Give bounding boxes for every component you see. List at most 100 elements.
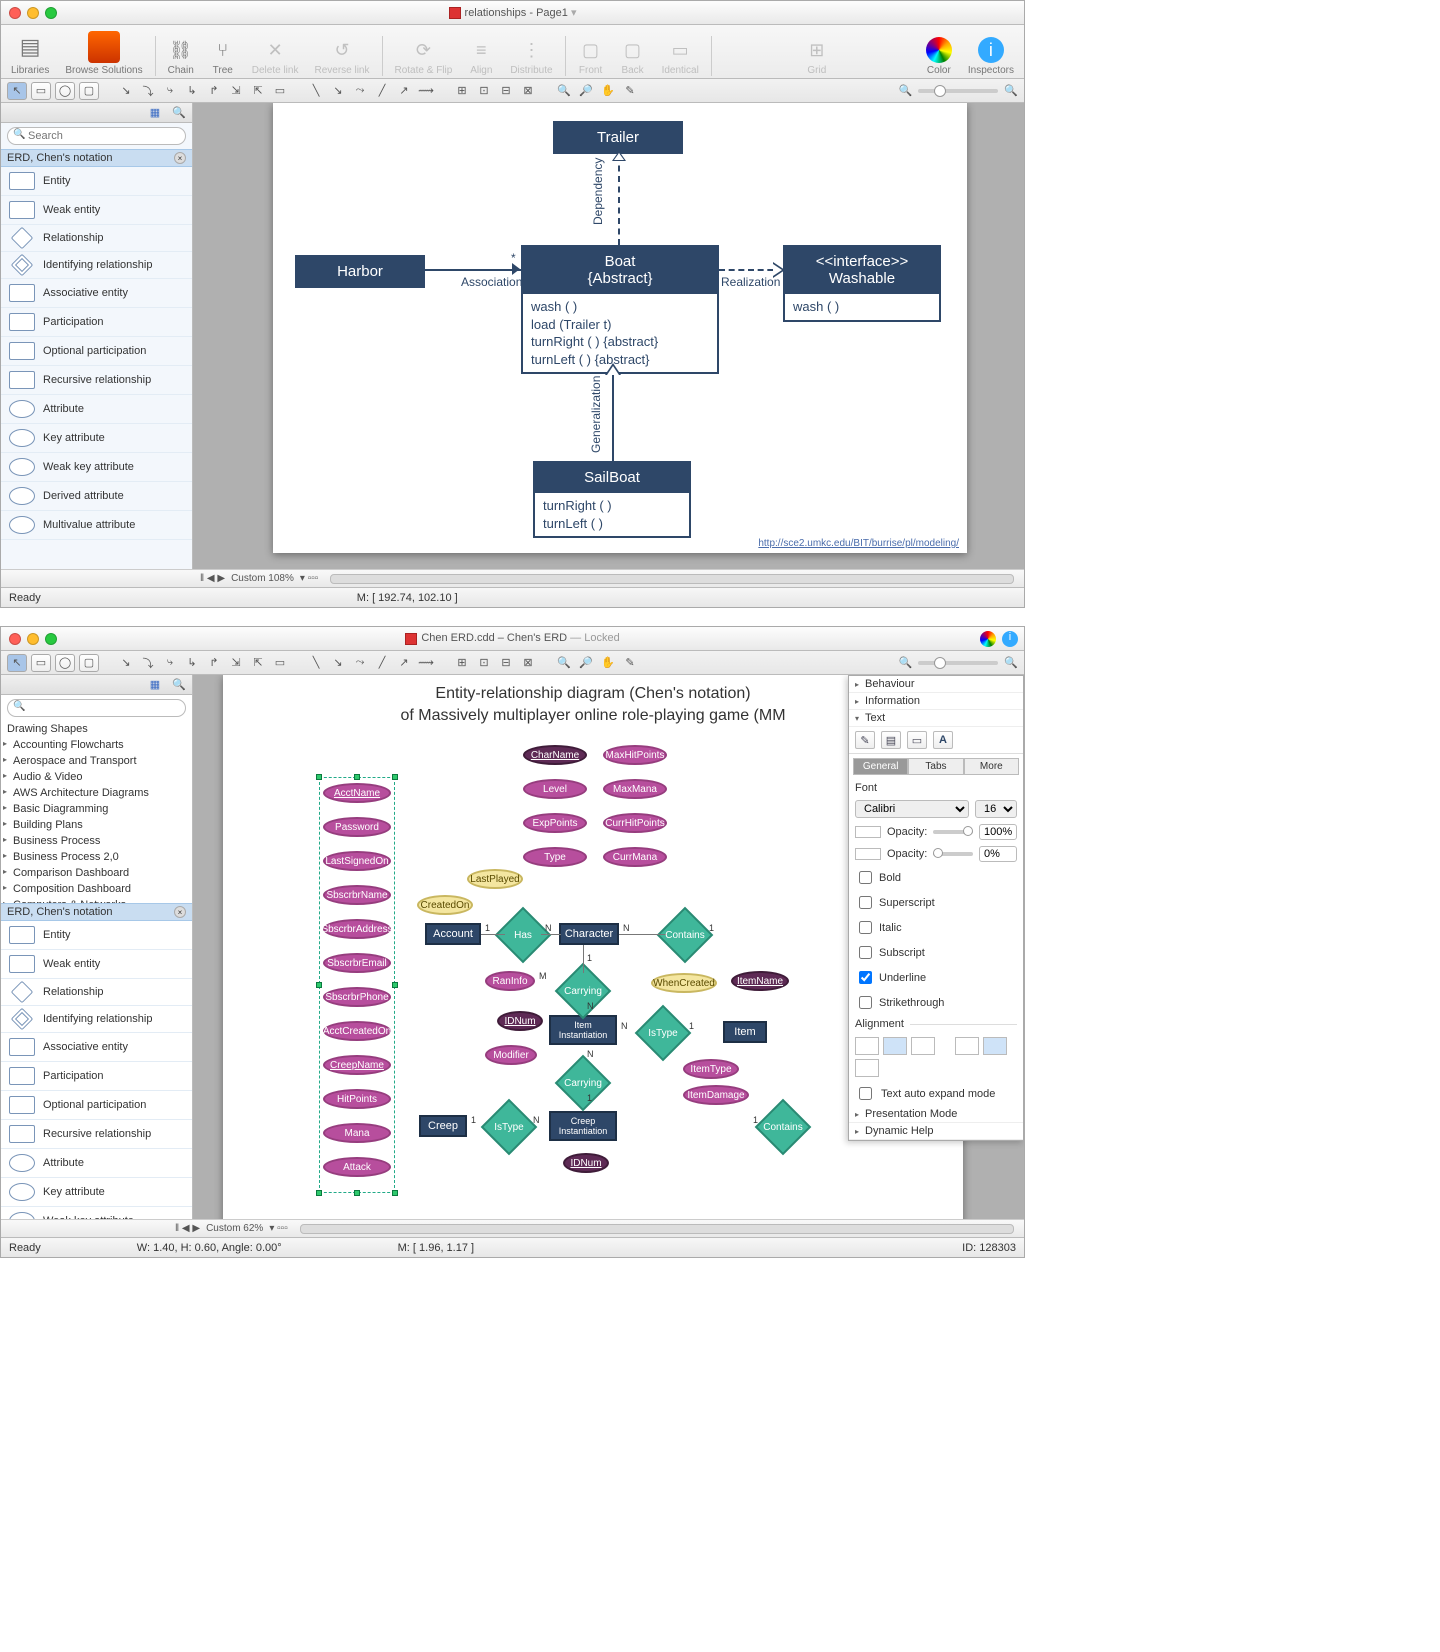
grid-button[interactable]: ⊞Grid: [800, 37, 834, 76]
attr-charname[interactable]: CharName: [523, 745, 587, 765]
shape-item[interactable]: Participation: [1, 308, 192, 337]
zoom-minus-icon[interactable]: 🔍: [899, 84, 913, 97]
inspectors-button[interactable]: i: [1002, 631, 1018, 647]
h-scrollbar[interactable]: [300, 1224, 1014, 1234]
shape-item[interactable]: Attribute: [1, 1149, 192, 1178]
back-button[interactable]: ▢Back: [616, 37, 650, 76]
canvas-page[interactable]: Trailer Harbor Boat {Abstract} wash ( ) …: [273, 103, 967, 553]
attr-whencreated[interactable]: WhenCreated: [651, 973, 717, 993]
rounded-tool-icon[interactable]: ▢: [79, 654, 99, 672]
conn-icon[interactable]: ⇱: [249, 654, 267, 672]
connector-icon-5[interactable]: ↱: [205, 82, 223, 100]
align-button[interactable]: ≡Align: [464, 37, 498, 76]
opacity-slider[interactable]: [933, 830, 973, 834]
attr-sbscrbrphone[interactable]: SbscrbrPhone: [323, 987, 391, 1007]
canvas-area[interactable]: Trailer Harbor Boat {Abstract} wash ( ) …: [193, 103, 1024, 569]
panel-header-erd[interactable]: ERD, Chen's notation ×: [1, 149, 192, 167]
connector-icon-7[interactable]: ⇱: [249, 82, 267, 100]
text-tool-icon[interactable]: A: [933, 731, 953, 749]
libraries-button[interactable]: ▤Libraries: [7, 31, 53, 76]
color-button[interactable]: [980, 631, 996, 647]
entity-creep[interactable]: Creep: [419, 1115, 467, 1137]
line-icon[interactable]: ↘: [329, 654, 347, 672]
ellipse-tool-icon[interactable]: ◯: [55, 654, 75, 672]
shape-item[interactable]: Entity: [1, 921, 192, 950]
attr-modifier[interactable]: Modifier: [485, 1045, 537, 1065]
tab-more[interactable]: More: [964, 758, 1019, 775]
shape-item[interactable]: Attribute: [1, 395, 192, 424]
titlebar[interactable]: relationships - Page1 ▾: [1, 1, 1024, 25]
hand-icon[interactable]: ✋: [599, 654, 617, 672]
text-tool-icon[interactable]: ✎: [855, 731, 875, 749]
pointer-tool-icon[interactable]: ↖: [7, 654, 27, 672]
rel-has[interactable]: Has: [503, 915, 543, 955]
rel-istype2[interactable]: IsType: [489, 1107, 529, 1147]
uml-class-boat[interactable]: Boat {Abstract} wash ( ) load (Trailer t…: [521, 245, 719, 374]
attr-itemtype[interactable]: ItemType: [683, 1059, 739, 1079]
shape-item[interactable]: Multivalue attribute: [1, 511, 192, 540]
opacity-input[interactable]: [979, 824, 1017, 840]
snap-icon-3[interactable]: ⊟: [497, 82, 515, 100]
attr-maxmana[interactable]: MaxMana: [603, 779, 667, 799]
shape-item[interactable]: Optional participation: [1, 337, 192, 366]
swatch-icon[interactable]: [855, 848, 881, 860]
connector-icon-4[interactable]: ↳: [183, 82, 201, 100]
valign-bottom-icon[interactable]: [855, 1059, 879, 1077]
entity-character[interactable]: Character: [559, 923, 619, 945]
shape-item[interactable]: Relationship: [1, 225, 192, 252]
autoexpand-checkbox[interactable]: [859, 1087, 872, 1100]
font-select[interactable]: Calibri: [855, 800, 969, 818]
underline-checkbox[interactable]: Underline: [855, 968, 936, 987]
shape-item[interactable]: Key attribute: [1, 1178, 192, 1207]
shape-item[interactable]: Weak entity: [1, 196, 192, 225]
category-item[interactable]: Accounting Flowcharts: [1, 737, 192, 753]
category-drawing-shapes[interactable]: Drawing Shapes: [1, 721, 192, 737]
rel-contains[interactable]: Contains: [665, 915, 705, 955]
eyedrop-icon[interactable]: ✎: [621, 82, 639, 100]
uml-class-trailer[interactable]: Trailer: [553, 121, 683, 154]
source-url[interactable]: http://sce2.umkc.edu/BIT/burrise/pl/mode…: [758, 538, 959, 549]
conn-icon[interactable]: ↱: [205, 654, 223, 672]
tree-button[interactable]: ⑂Tree: [206, 37, 240, 76]
align-center-icon[interactable]: [883, 1037, 907, 1055]
autoexpand-row[interactable]: Text auto expand mode: [849, 1081, 1023, 1106]
connector-icon-3[interactable]: ⤷: [161, 82, 179, 100]
search-tab-icon[interactable]: 🔍: [170, 676, 188, 694]
zoom-in-icon[interactable]: 🔍: [555, 654, 573, 672]
tab-tabs[interactable]: Tabs: [908, 758, 963, 775]
attr-exppoints[interactable]: ExpPoints: [523, 813, 587, 833]
line-icon[interactable]: ⟿: [417, 654, 435, 672]
category-item[interactable]: Building Plans: [1, 817, 192, 833]
grid-view-icon[interactable]: ▦: [146, 676, 164, 694]
attr-password[interactable]: Password: [323, 817, 391, 837]
snap-icon[interactable]: ⊡: [475, 654, 493, 672]
superscript-checkbox[interactable]: Superscript: [855, 893, 936, 912]
dynamic-help-row[interactable]: ▸Dynamic Help: [849, 1123, 1023, 1140]
close-icon[interactable]: [9, 7, 21, 19]
attr-type[interactable]: Type: [523, 847, 587, 867]
shape-item[interactable]: Associative entity: [1, 1033, 192, 1062]
italic-checkbox[interactable]: Italic: [855, 918, 936, 937]
attr-creepname[interactable]: CreepName: [323, 1055, 391, 1075]
swatch-icon[interactable]: [855, 826, 881, 838]
snap-icon[interactable]: ⊠: [519, 654, 537, 672]
attr-raninfo[interactable]: RanInfo: [485, 971, 535, 991]
line-icon[interactable]: ╲: [307, 654, 325, 672]
hand-icon[interactable]: ✋: [599, 82, 617, 100]
uml-class-sailboat[interactable]: SailBoat turnRight ( ) turnLeft ( ): [533, 461, 691, 538]
zoom-icon[interactable]: [45, 633, 57, 645]
text-tool-icon[interactable]: ▭: [907, 731, 927, 749]
line-icon[interactable]: ╱: [373, 654, 391, 672]
line-icon-1[interactable]: ╲: [307, 82, 325, 100]
reverse-link-button[interactable]: ↺Reverse link: [310, 37, 373, 76]
uml-interface-washable[interactable]: <<interface>> Washable wash ( ): [783, 245, 941, 322]
zoom-minus-icon[interactable]: 🔍: [899, 656, 913, 669]
identical-button[interactable]: ▭Identical: [658, 37, 703, 76]
shape-item[interactable]: Relationship: [1, 979, 192, 1006]
snap-icon-4[interactable]: ⊠: [519, 82, 537, 100]
chain-button[interactable]: ⛓Chain: [164, 37, 198, 76]
category-item[interactable]: AWS Architecture Diagrams: [1, 785, 192, 801]
attr-idnum[interactable]: IDNum: [497, 1011, 543, 1031]
conn-icon[interactable]: ⤵: [139, 654, 157, 672]
line-icon-5[interactable]: ↗: [395, 82, 413, 100]
